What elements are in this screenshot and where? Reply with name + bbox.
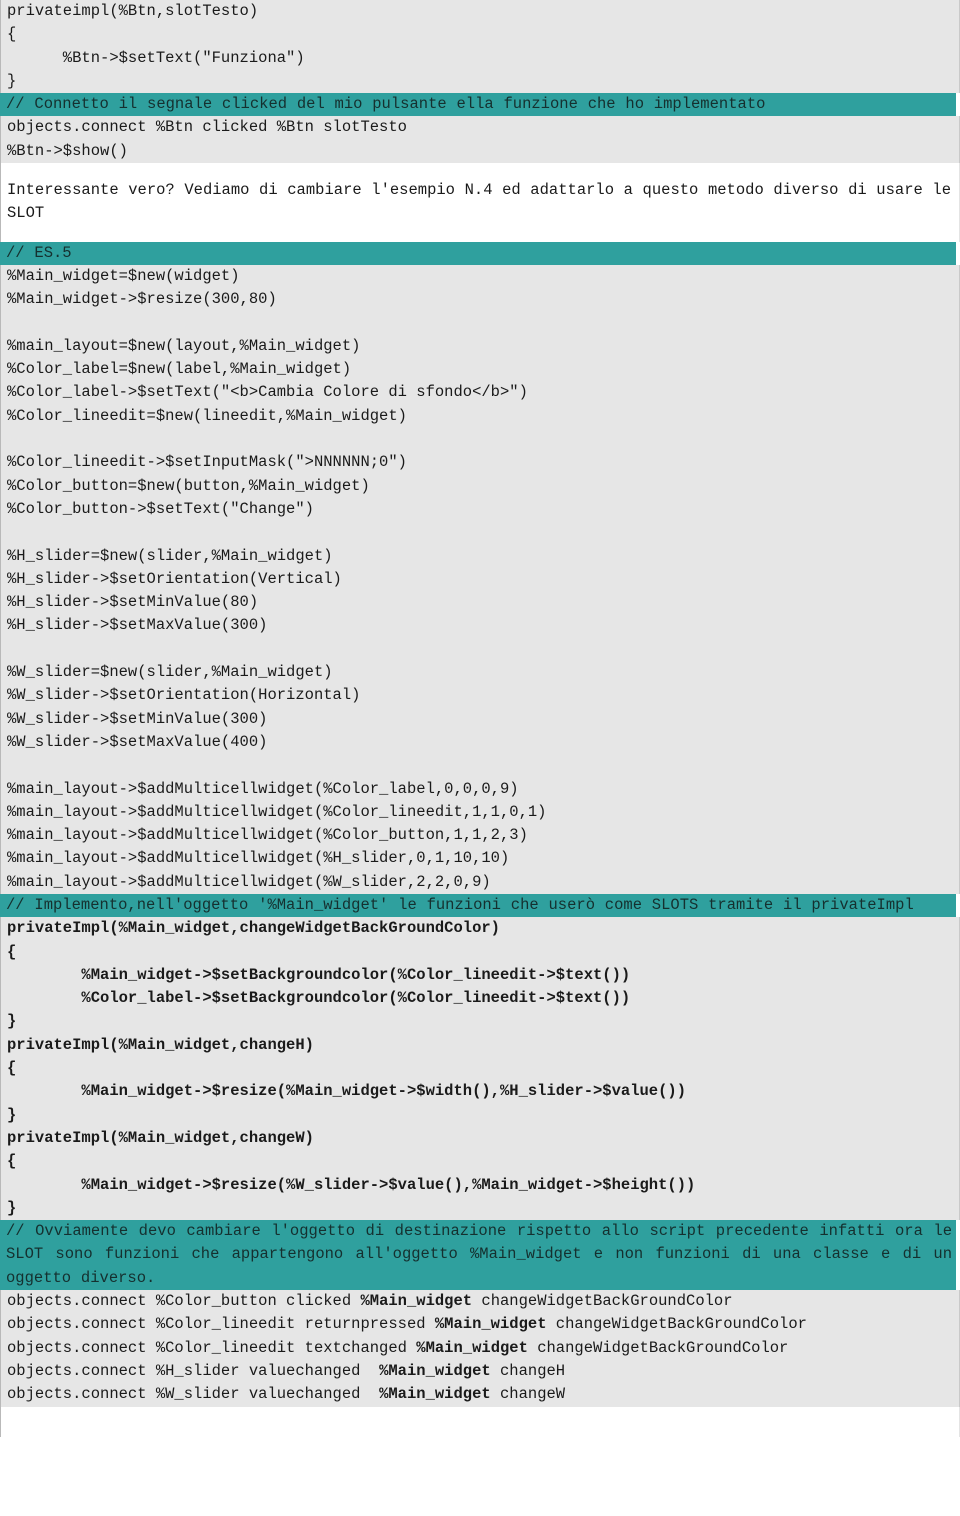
- code-line: %Color_label->$setText("<b>Cambia Colore…: [7, 383, 528, 402]
- code-line: }: [7, 71, 17, 90]
- highlighted-comment-2: // ES.5: [0, 241, 956, 265]
- code-line: {: [7, 1152, 17, 1171]
- code-line: {: [7, 25, 17, 44]
- highlighted-comment-1: // Connetto il segnale clicked del mio p…: [0, 93, 956, 117]
- code-line: %H_slider->$setOrientation(Vertical): [7, 569, 342, 588]
- prose-section: Interessante vero? Vediamo di cambiare l…: [0, 163, 960, 242]
- code-line: privateImpl(%Main_widget,changeW): [7, 1128, 314, 1147]
- code-line: objects.connect %Color_button clicked %M…: [7, 1292, 733, 1311]
- code-line: %Main_widget->$setBackgroundcolor(%Color…: [7, 965, 631, 984]
- emphasis-object-name: %Main_widget: [416, 1338, 528, 1357]
- code-line: %H_slider->$setMinValue(80): [7, 593, 259, 612]
- code-line: %main_layout->$addMulticellwidget(%W_sli…: [7, 872, 491, 891]
- code-line: %Main_widget=$new(widget): [7, 266, 240, 285]
- code-line: %Btn->$show(): [7, 141, 128, 160]
- code-line: %main_layout=$new(layout,%Main_widget): [7, 336, 361, 355]
- code-line: objects.connect %H_slider valuechanged %…: [7, 1361, 566, 1380]
- code-line: }: [7, 1012, 17, 1031]
- highlighted-comment-4: // Ovviamente devo cambiare l'oggetto di…: [0, 1220, 956, 1291]
- code-line: %main_layout->$addMulticellwidget(%Color…: [7, 826, 528, 845]
- prose-paragraph: Interessante vero? Vediamo di cambiare l…: [7, 181, 960, 223]
- code-line: %Color_button=$new(button,%Main_widget): [7, 476, 370, 495]
- code-line: %Color_label->$setBackgroundcolor(%Color…: [7, 989, 631, 1008]
- code-block-5: objects.connect %Color_button clicked %M…: [0, 1290, 960, 1407]
- emphasis-object-name: %Main_widget: [379, 1361, 491, 1380]
- code-line: %Main_widget->$resize(300,80): [7, 290, 277, 309]
- emphasis-object-name: %Main_widget: [434, 1315, 547, 1334]
- code-line: %W_slider->$setOrientation(Horizontal): [7, 686, 361, 705]
- code-line: %W_slider=$new(slider,%Main_widget): [7, 663, 333, 682]
- code-block-1: privateimpl(%Btn,slotTesto) { %Btn->$setT…: [0, 0, 960, 94]
- code-line: {: [7, 1059, 17, 1078]
- highlighted-comment-3: // Implemento,nell'oggetto '%Main_widget…: [0, 893, 956, 918]
- prose-top-spacer: [1, 163, 959, 179]
- code-line: objects.connect %Color_lineedit returnpr…: [7, 1315, 807, 1334]
- code-line: %Btn->$setText("Funziona"): [7, 48, 305, 67]
- code-line: %main_layout->$addMulticellwidget(%Color…: [7, 779, 519, 798]
- code-line: %Color_label=$new(label,%Main_widget): [7, 360, 352, 379]
- code-line: privateimpl(%Btn,slotTesto): [7, 2, 259, 20]
- code-line: %Main_widget->$resize(%W_slider->$value(…: [7, 1175, 696, 1194]
- code-line: }: [7, 1198, 17, 1217]
- document-page: privateimpl(%Btn,slotTesto) { %Btn->$setT…: [0, 0, 960, 1516]
- code-line: %Color_lineedit->$setInputMask(">NNNNNN;…: [7, 453, 407, 472]
- page-bottom-spacer: [0, 1406, 960, 1437]
- code-line: privateImpl(%Main_widget,changeWidgetBac…: [7, 919, 500, 938]
- code-block-4: privateImpl(%Main_widget,changeWidgetBac…: [0, 917, 960, 1221]
- prose-bottom-spacer: [1, 226, 959, 242]
- code-line: %Main_widget->$resize(%Main_widget->$wid…: [7, 1082, 687, 1101]
- code-line: %H_slider->$setMaxValue(300): [7, 616, 268, 635]
- code-line: objects.connect %Btn clicked %Btn slotTe…: [7, 118, 407, 137]
- code-line: objects.connect %Color_lineedit textchan…: [7, 1338, 789, 1357]
- code-line: %main_layout->$addMulticellwidget(%Color…: [7, 802, 547, 821]
- code-line: objects.connect %W_slider valuechanged %…: [7, 1385, 566, 1404]
- code-block-3: %Main_widget=$new(widget) %Main_widget->$…: [0, 264, 960, 894]
- code-line: }: [7, 1105, 17, 1124]
- code-line: %W_slider->$setMaxValue(400): [7, 732, 268, 751]
- code-line: %Color_button->$setText("Change"): [7, 499, 314, 518]
- code-line: %Color_lineedit=$new(lineedit,%Main_widg…: [7, 406, 407, 425]
- code-block-2: objects.connect %Btn clicked %Btn slotTe…: [0, 116, 960, 164]
- code-line: %main_layout->$addMulticellwidget(%H_sli…: [7, 849, 510, 868]
- code-line: %W_slider->$setMinValue(300): [7, 709, 268, 728]
- emphasis-object-name: %Main_widget: [379, 1385, 491, 1404]
- code-line: %H_slider=$new(slider,%Main_widget): [7, 546, 333, 565]
- emphasis-object-name: %Main_widget: [360, 1292, 473, 1311]
- code-line: {: [7, 942, 17, 961]
- code-line: privateImpl(%Main_widget,changeH): [7, 1035, 314, 1054]
